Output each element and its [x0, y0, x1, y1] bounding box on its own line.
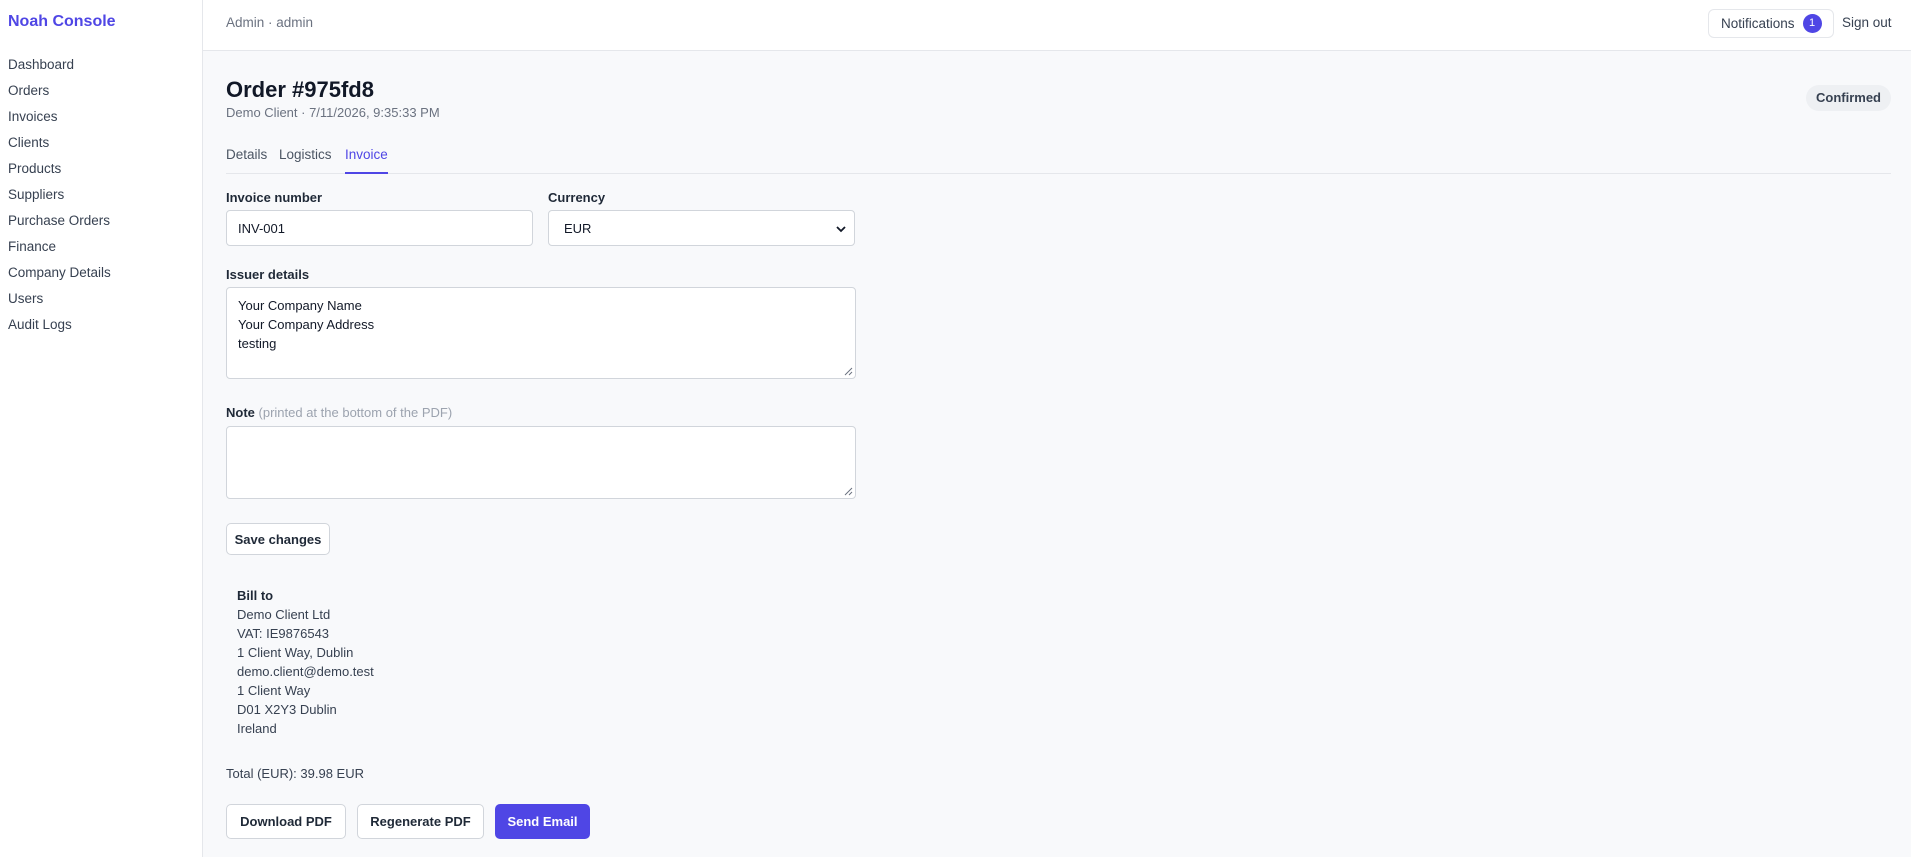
- issuer-details-label: Issuer details: [226, 267, 310, 282]
- sidebar-nav: Dashboard Orders Invoices Clients Produc…: [0, 52, 203, 338]
- page-title: Order #975fd8: [226, 77, 374, 102]
- bill-to-block: Bill to Demo Client Ltd VAT: IE9876543 1…: [237, 586, 374, 738]
- bill-to-title: Bill to: [237, 588, 274, 603]
- sidebar-item-finance[interactable]: Finance: [0, 234, 203, 260]
- save-changes-button[interactable]: Save changes: [226, 523, 330, 555]
- bill-to-line: Ireland: [237, 721, 277, 736]
- note-hint: (printed at the bottom of the PDF): [258, 405, 453, 420]
- sidebar-item-orders[interactable]: Orders: [0, 78, 203, 104]
- invoice-total: Total (EUR): 39.98 EUR: [226, 766, 364, 781]
- note-textarea[interactable]: [226, 426, 856, 499]
- sidebar-item-products[interactable]: Products: [0, 156, 203, 182]
- tab-details[interactable]: Details: [226, 142, 267, 174]
- sign-out-link[interactable]: Sign out: [1842, 15, 1892, 30]
- sidebar: Noah Console Dashboard Orders Invoices C…: [0, 0, 203, 857]
- sidebar-item-purchase-orders[interactable]: Purchase Orders: [0, 208, 203, 234]
- send-email-button[interactable]: Send Email: [495, 804, 590, 839]
- notifications-count-badge: 1: [1802, 14, 1822, 33]
- bill-to-line: demo.client@demo.test: [237, 664, 374, 679]
- sidebar-item-suppliers[interactable]: Suppliers: [0, 182, 203, 208]
- chevron-down-icon: [836, 226, 846, 233]
- tab-invoice[interactable]: Invoice: [345, 142, 388, 174]
- resize-grip-icon[interactable]: [843, 486, 853, 496]
- status-badge: Confirmed: [1806, 85, 1891, 111]
- download-pdf-button[interactable]: Download PDF: [226, 804, 346, 839]
- currency-select[interactable]: EUR: [548, 210, 855, 246]
- resize-grip-icon[interactable]: [843, 366, 853, 376]
- note-label-text: Note: [226, 405, 255, 420]
- bill-to-line: VAT: IE9876543: [237, 626, 330, 641]
- invoice-number-label: Invoice number: [226, 190, 323, 205]
- regenerate-pdf-button[interactable]: Regenerate PDF: [357, 804, 484, 839]
- bill-to-line: D01 X2Y3 Dublin: [237, 702, 337, 717]
- sidebar-item-users[interactable]: Users: [0, 286, 203, 312]
- notifications-button[interactable]: Notifications 1: [1708, 9, 1834, 38]
- tab-bar: Details Logistics Invoice: [226, 142, 1891, 174]
- bill-to-line: Demo Client Ltd: [237, 607, 331, 622]
- invoice-number-input[interactable]: [226, 210, 533, 246]
- brand-logo[interactable]: Noah Console: [8, 13, 116, 31]
- sidebar-item-audit-logs[interactable]: Audit Logs: [0, 312, 203, 338]
- sidebar-item-clients[interactable]: Clients: [0, 130, 203, 156]
- currency-selected-value: EUR: [564, 220, 592, 236]
- bill-to-line: 1 Client Way: [237, 683, 311, 698]
- currency-label: Currency: [548, 190, 606, 205]
- notifications-label: Notifications: [1721, 16, 1795, 31]
- page-subtitle: Demo Client · 7/11/2026, 9:35:33 PM: [226, 105, 440, 120]
- tab-logistics[interactable]: Logistics: [279, 142, 332, 174]
- bill-to-line: 1 Client Way, Dublin: [237, 645, 354, 660]
- sidebar-item-dashboard[interactable]: Dashboard: [0, 52, 203, 78]
- sidebar-item-invoices[interactable]: Invoices: [0, 104, 203, 130]
- sidebar-item-company-details[interactable]: Company Details: [0, 260, 203, 286]
- top-header: Admin · admin Notifications 1 Sign out: [203, 0, 1911, 51]
- note-label: Note (printed at the bottom of the PDF): [226, 405, 452, 420]
- breadcrumb: Admin · admin: [226, 15, 314, 30]
- issuer-details-textarea[interactable]: Your Company Name Your Company Address t…: [226, 287, 856, 379]
